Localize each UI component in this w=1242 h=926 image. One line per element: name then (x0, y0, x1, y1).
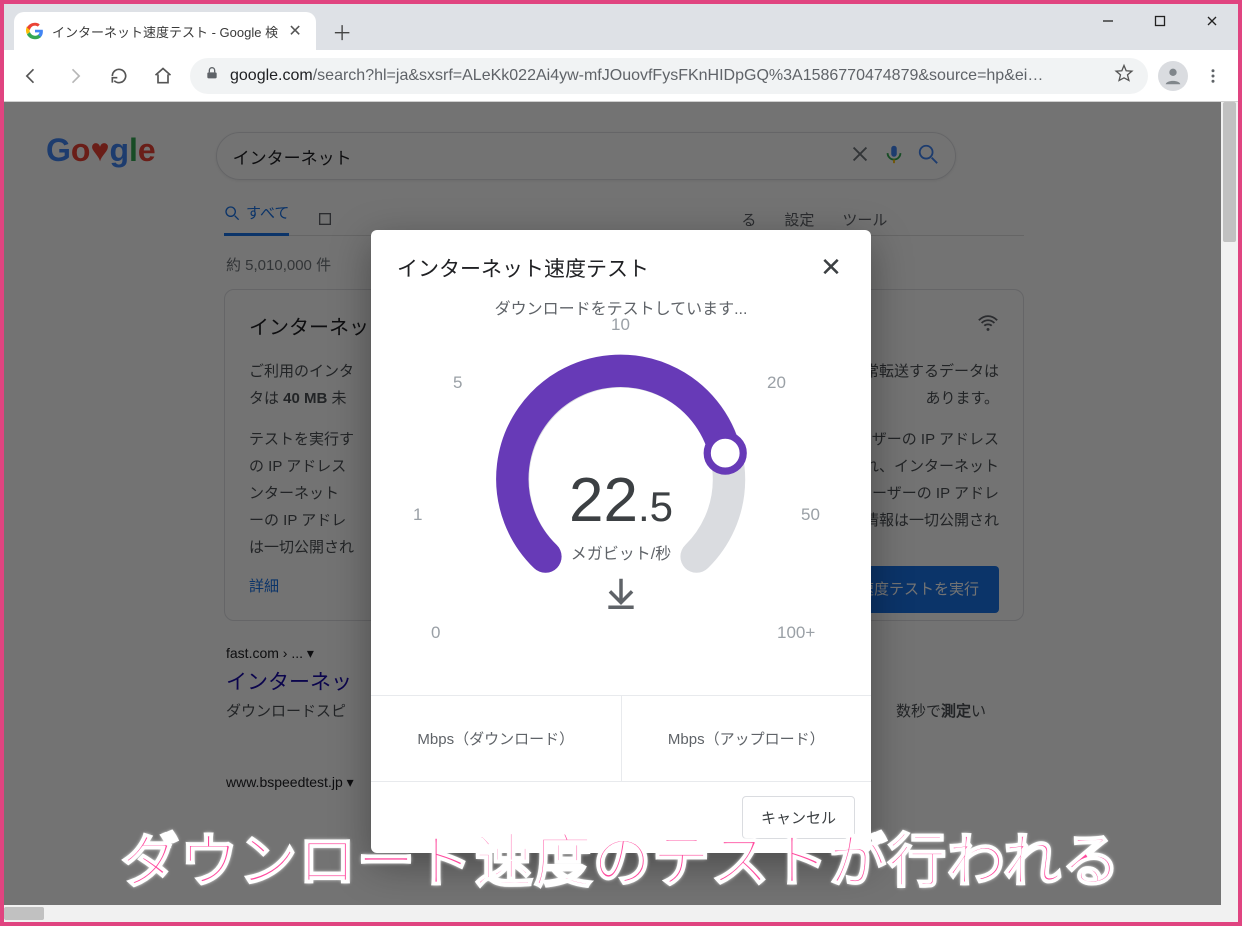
tick-1: 1 (413, 505, 422, 525)
lock-icon (204, 65, 220, 86)
close-window-icon[interactable] (1186, 4, 1238, 38)
modal-title: インターネット速度テスト (397, 253, 649, 283)
annotation-caption: ダウンロード速度のテストが行われる (121, 814, 1121, 898)
browser-window: インターネット速度テスト - Google 検 ✕ ＋ google.com/s… (4, 4, 1238, 922)
scrollbar-horizontal[interactable] (4, 905, 1238, 922)
scrollbar-vertical[interactable] (1221, 102, 1238, 905)
gauge-value: 22.5 (569, 465, 673, 536)
download-column: Mbps（ダウンロード） (371, 696, 621, 781)
home-button[interactable] (146, 59, 180, 93)
tick-50: 50 (801, 505, 820, 525)
newtab-button[interactable]: ＋ (326, 15, 358, 47)
tab-close-icon[interactable]: ✕ (286, 21, 304, 41)
gauge: 0 1 5 10 20 50 100+ (371, 295, 871, 695)
minimize-icon[interactable] (1082, 4, 1134, 38)
upload-column: Mbps（アップロード） (621, 696, 872, 781)
speedtest-modal: インターネット速度テスト ✕ 0 1 5 10 20 50 100+ (371, 230, 871, 853)
favicon-google (26, 22, 44, 40)
gauge-unit: メガビット/秒 (569, 540, 673, 564)
address-bar: google.com/search?hl=ja&sxsrf=ALeKk022Ai… (4, 50, 1238, 102)
reload-button[interactable] (102, 59, 136, 93)
profile-avatar[interactable] (1158, 61, 1188, 91)
bookmark-star-icon[interactable] (1114, 63, 1134, 88)
download-arrow-icon (569, 574, 673, 616)
back-button[interactable] (14, 59, 48, 93)
url-text: google.com/search?hl=ja&sxsrf=ALeKk022Ai… (230, 67, 1104, 85)
viewport: Go♥gle インターネット すべて る (4, 102, 1238, 922)
maximize-icon[interactable] (1134, 4, 1186, 38)
tab-active[interactable]: インターネット速度テスト - Google 検 ✕ (14, 12, 316, 50)
omnibox[interactable]: google.com/search?hl=ja&sxsrf=ALeKk022Ai… (190, 58, 1148, 94)
titlebar: インターネット速度テスト - Google 検 ✕ ＋ (4, 4, 1238, 50)
modal-close-icon[interactable]: ✕ (817, 252, 845, 283)
window-controls (1082, 4, 1238, 38)
menu-icon[interactable] (1198, 61, 1228, 91)
tick-0: 0 (431, 623, 440, 643)
tab-title: インターネット速度テスト - Google 検 (52, 22, 278, 41)
forward-button[interactable] (58, 59, 92, 93)
